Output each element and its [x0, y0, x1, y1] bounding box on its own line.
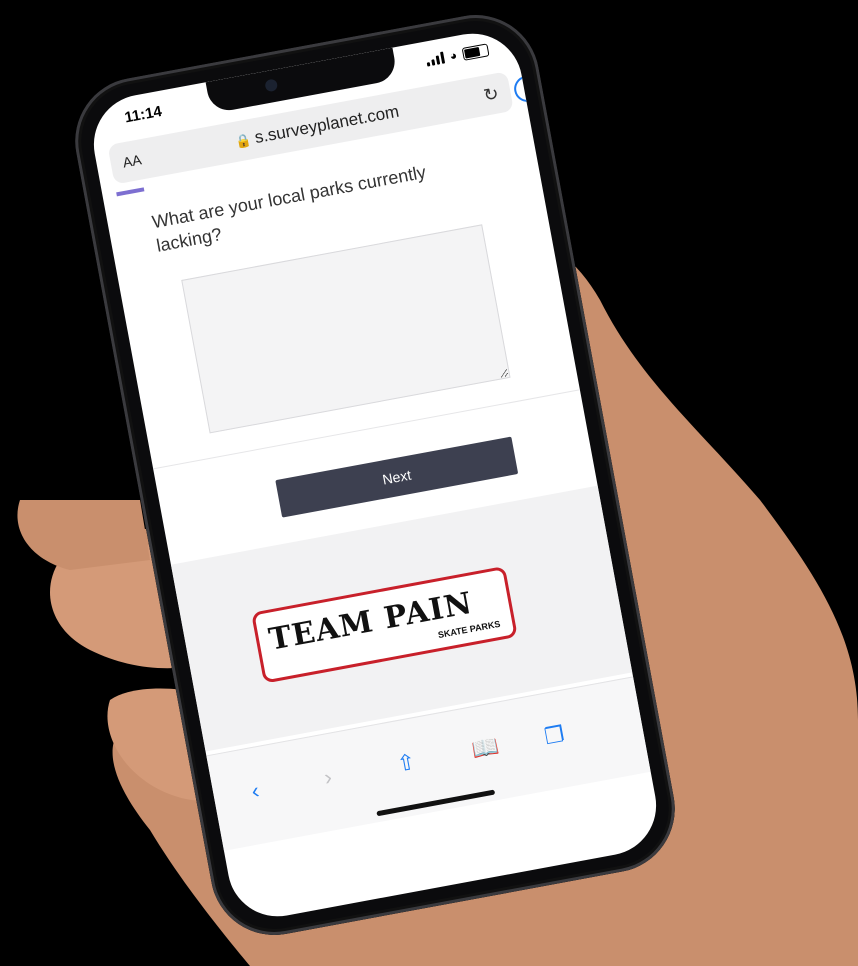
- status-time: 11:14: [123, 102, 164, 127]
- answer-textarea[interactable]: [181, 224, 511, 434]
- home-indicator: [376, 789, 496, 817]
- status-icons: ◕: [425, 42, 490, 67]
- lock-icon: 🔒: [233, 132, 253, 150]
- team-pain-logo: TEAM PAIN SKATE PARKS: [251, 565, 518, 684]
- signal-icon: [425, 51, 445, 67]
- chevron-right-icon[interactable]: ›: [322, 764, 334, 791]
- download-icon[interactable]: ↓: [512, 73, 543, 104]
- chevron-left-icon[interactable]: ‹: [249, 778, 261, 805]
- share-icon[interactable]: ⇧: [395, 749, 418, 778]
- logo-title: TEAM PAIN: [266, 585, 476, 658]
- camera-icon: [264, 78, 279, 93]
- tabs-icon[interactable]: ❐: [542, 721, 566, 750]
- next-button[interactable]: Next: [275, 436, 519, 518]
- battery-icon: [461, 42, 490, 61]
- wifi-icon: ◕: [448, 48, 459, 64]
- book-icon[interactable]: 📖: [470, 733, 502, 764]
- reload-icon[interactable]: ↻: [482, 83, 501, 106]
- survey-progress-bar: [116, 187, 145, 197]
- text-size-button[interactable]: AA: [121, 150, 151, 170]
